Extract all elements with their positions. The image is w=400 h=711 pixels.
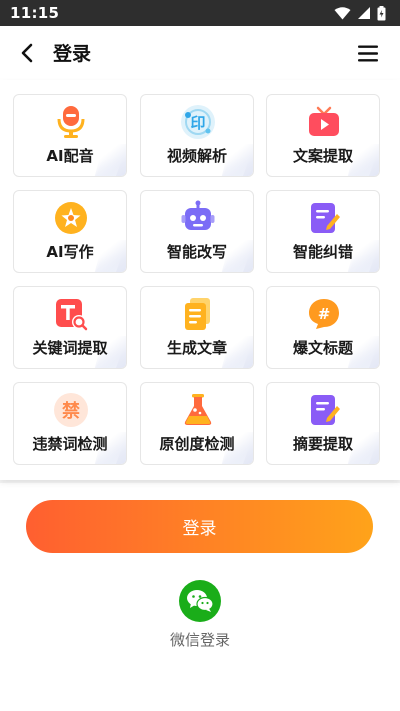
wifi-icon <box>334 6 351 19</box>
ai-write-star-icon <box>53 200 89 236</box>
edit-document-icon <box>306 200 342 236</box>
microphone-icon <box>53 104 89 140</box>
feature-tile-keyword-extract[interactable]: 关键词提取 <box>13 286 127 369</box>
login-button[interactable]: 登录 <box>26 500 373 553</box>
feature-label: 违禁词检测 <box>32 435 108 453</box>
menu-button[interactable] <box>356 40 380 66</box>
feature-tile-video-parse[interactable]: 印 视频解析 <box>140 94 254 177</box>
flask-icon <box>180 392 216 428</box>
feature-label: AI配音 <box>46 147 94 165</box>
signal-icon <box>358 7 370 19</box>
wechat-login-label: 微信登录 <box>169 631 230 649</box>
feature-tile-originality-check[interactable]: 原创度检测 <box>140 382 254 465</box>
feature-tile-summary-extract[interactable]: 摘要提取 <box>266 382 380 465</box>
feature-label: 文案提取 <box>292 147 353 165</box>
feature-label: 爆文标题 <box>292 339 353 357</box>
feature-tile-ai-dubbing[interactable]: AI配音 <box>13 94 127 177</box>
hashtag-bubble-icon: # <box>306 296 342 332</box>
feature-label: 生成文章 <box>166 339 227 357</box>
svg-text:印: 印 <box>190 114 205 132</box>
video-parse-icon: 印 <box>180 104 216 140</box>
robot-icon <box>180 200 216 236</box>
feature-label: 智能改写 <box>166 243 227 261</box>
feature-label: 原创度检测 <box>159 435 235 453</box>
feature-label: 摘要提取 <box>292 435 353 453</box>
wechat-icon <box>187 590 214 612</box>
feature-tile-smart-rewrite[interactable]: 智能改写 <box>140 190 254 273</box>
menu-icon <box>358 45 378 61</box>
forbidden-word-icon: 禁 <box>53 392 89 428</box>
feature-tile-generate-article[interactable]: 生成文章 <box>140 286 254 369</box>
summary-edit-icon <box>306 392 342 428</box>
status-bar: 11:15 <box>0 0 400 26</box>
feature-tile-smart-correct[interactable]: 智能纠错 <box>266 190 380 273</box>
svg-text:#: # <box>318 305 331 323</box>
battery-icon <box>377 5 386 20</box>
status-icons <box>334 5 386 21</box>
forbidden-char: 禁 <box>62 400 80 422</box>
feature-label: AI写作 <box>46 243 94 261</box>
feature-label: 关键词提取 <box>32 339 108 357</box>
tv-play-icon <box>306 104 342 140</box>
wechat-login-button[interactable] <box>179 580 221 622</box>
keyword-search-icon <box>53 296 89 332</box>
nav-bar: 登录 <box>0 26 400 80</box>
feature-tile-copy-extract[interactable]: 文案提取 <box>266 94 380 177</box>
page-title: 登录 <box>53 43 92 65</box>
status-time: 11:15 <box>10 4 60 22</box>
back-button[interactable] <box>14 40 40 66</box>
feature-tile-forbidden-words[interactable]: 禁 违禁词检测 <box>13 382 127 465</box>
feature-label: 智能纠错 <box>292 243 353 261</box>
article-icon <box>180 296 216 332</box>
feature-tile-viral-title[interactable]: # 爆文标题 <box>266 286 380 369</box>
feature-grid: AI配音 印 视频解析 文案提取 AI写作 智能改写 智能纠错 关键词提取 生成… <box>0 80 400 480</box>
feature-label: 视频解析 <box>166 147 227 165</box>
back-arrow-icon <box>21 43 33 63</box>
feature-tile-ai-writing[interactable]: AI写作 <box>13 190 127 273</box>
